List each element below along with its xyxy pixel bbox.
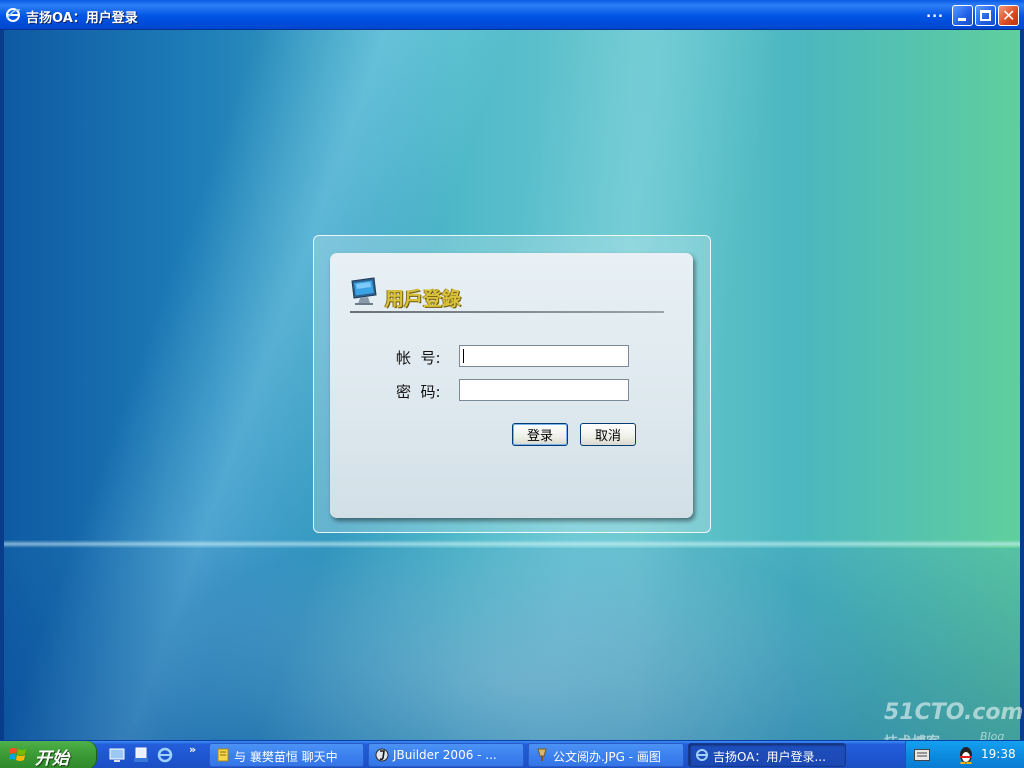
outlook-icon[interactable] <box>132 746 150 764</box>
ie-icon <box>696 749 708 761</box>
minimize-button[interactable] <box>952 5 973 26</box>
chat-icon <box>217 748 229 762</box>
qq-penguin-icon[interactable] <box>958 746 974 764</box>
taskbar-item-jbuilder[interactable]: JBuilder 2006 - ... <box>368 743 524 767</box>
background-horizon <box>4 540 1020 548</box>
ie-icon <box>6 8 21 22</box>
cancel-button[interactable]: 取消 <box>580 423 636 446</box>
heading-divider <box>350 311 664 313</box>
username-label: 帐 号: <box>396 349 441 367</box>
login-button[interactable]: 登录 <box>512 423 568 446</box>
password-label: 密 码: <box>396 383 441 401</box>
keyboard-icon[interactable] <box>914 749 930 761</box>
minimize-icon <box>958 18 966 21</box>
text-cursor <box>463 349 464 363</box>
taskbar-item-label: 吉扬OA：用户登录... <box>713 750 826 764</box>
windows-logo-icon <box>9 748 26 761</box>
window-title: 吉扬OA：用户登录 <box>26 11 138 26</box>
paint-icon <box>537 748 547 761</box>
taskbar-item-paint[interactable]: 公文阅办.JPG - 画图 <box>528 743 684 767</box>
desktop-icon[interactable] <box>108 746 126 764</box>
taskbar-item-chat[interactable]: 与 襄樊苗恒 聊天中 <box>209 743 364 767</box>
tray-clock[interactable]: 19:38 <box>981 747 1016 761</box>
ie-icon[interactable] <box>156 746 174 764</box>
taskbar: 开始 » 与 襄樊苗恒 聊天中 JBuilder 2006 - ... 公文阅办… <box>0 740 1024 768</box>
monitor-icon <box>351 277 377 305</box>
taskbar-item-label: JBuilder 2006 - ... <box>393 748 497 762</box>
close-icon: ✕ <box>1002 6 1016 25</box>
background-floor <box>4 548 1020 740</box>
close-button[interactable]: ✕ <box>998 5 1019 26</box>
title-overflow-dots: ... <box>926 6 944 21</box>
window-title-bar[interactable]: 吉扬OA：用户登录 ... ✕ <box>0 0 1024 30</box>
taskbar-item-label: 公文阅办.JPG - 画图 <box>553 750 661 764</box>
maximize-icon <box>980 10 991 21</box>
password-input[interactable] <box>459 379 629 401</box>
taskbar-item-label: 与 襄樊苗恒 聊天中 <box>234 750 338 764</box>
maximize-button[interactable] <box>975 5 996 26</box>
jbuilder-icon <box>375 748 389 762</box>
login-card: 用戶登錄 帐 号: 密 码: 登录 取消 <box>330 253 693 518</box>
start-label: 开始 <box>35 749 69 768</box>
quick-launch-more[interactable]: » <box>189 743 196 756</box>
system-tray: 19:38 <box>905 741 1024 768</box>
start-button[interactable]: 开始 <box>0 741 97 768</box>
username-input[interactable] <box>459 345 629 367</box>
login-heading: 用戶登錄 <box>385 288 462 310</box>
taskbar-item-login[interactable]: 吉扬OA：用户登录... <box>688 743 846 767</box>
